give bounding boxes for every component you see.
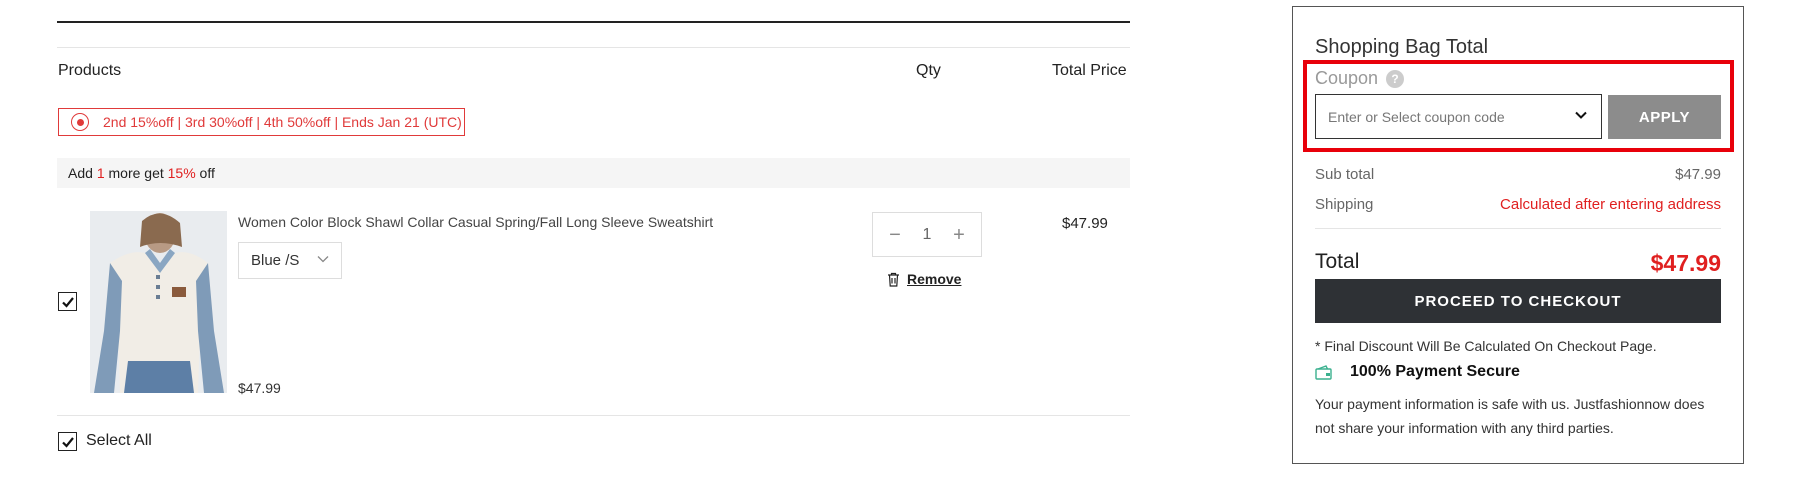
payment-info-text: Your payment information is safe with us… <box>1315 396 1705 436</box>
total-label: Total <box>1315 250 1360 273</box>
coupon-label-text: Coupon <box>1315 68 1379 88</box>
add-more-suffix: off <box>195 165 215 181</box>
coupon-label: Coupon ? <box>1315 68 1405 89</box>
add-more-count: 1 <box>96 165 105 181</box>
item-checkbox[interactable] <box>58 292 77 311</box>
secure-label: 100% Payment Secure <box>1350 363 1520 380</box>
promo-banner[interactable]: 2nd 15%off | 3rd 30%off | 4th 50%off | E… <box>58 108 465 136</box>
shipping-label: Shipping <box>1315 196 1374 213</box>
product-title[interactable]: Women Color Block Shawl Collar Casual Sp… <box>238 214 713 230</box>
subtotal-value: $47.99 <box>1675 166 1721 183</box>
order-summary-panel: Shopping Bag Total Coupon ? Enter or Sel… <box>1292 6 1744 464</box>
shipping-value: Calculated after entering address <box>1500 196 1721 213</box>
checkmark-icon <box>61 436 74 448</box>
chevron-down-icon <box>1575 111 1587 119</box>
coupon-placeholder: Enter or Select coupon code <box>1328 108 1505 125</box>
decrement-button[interactable]: − <box>887 225 903 245</box>
subtotal-label: Sub total <box>1315 166 1375 183</box>
promo-text: 2nd 15%off | 3rd 30%off | 4th 50%off | E… <box>103 114 462 130</box>
quantity-stepper: − 1 + <box>872 212 982 257</box>
header-divider <box>57 47 1130 48</box>
total-value: $47.99 <box>1650 250 1721 276</box>
coupon-code-select[interactable]: Enter or Select coupon code <box>1315 94 1602 139</box>
select-all-label[interactable]: Select All <box>86 432 152 450</box>
remove-label: Remove <box>907 271 962 287</box>
payment-secure-badge: 100% Payment Secure <box>1315 363 1520 381</box>
checkmark-icon <box>61 296 74 308</box>
products-header: Products <box>58 62 122 79</box>
apply-coupon-button[interactable]: APPLY <box>1608 95 1721 139</box>
trash-icon <box>888 272 899 287</box>
cart-top-rule <box>57 21 1130 23</box>
add-more-prefix: Add <box>68 165 97 181</box>
remove-button[interactable]: Remove <box>887 271 961 287</box>
chevron-down-icon <box>317 256 329 263</box>
select-all-divider <box>57 415 1130 416</box>
total-price-header: Total Price <box>1052 62 1127 79</box>
product-price: $47.99 <box>238 380 281 396</box>
product-image[interactable] <box>90 211 227 393</box>
add-more-middle: more get <box>104 165 168 181</box>
help-icon[interactable]: ? <box>1386 69 1405 88</box>
add-more-banner: Add 1 more get 15% off <box>57 158 1130 188</box>
item-line-total: $47.99 <box>1062 215 1108 232</box>
quantity-value[interactable]: 1 <box>923 226 932 244</box>
select-all-checkbox[interactable] <box>58 432 77 451</box>
wallet-icon <box>1315 364 1332 380</box>
summary-divider <box>1315 228 1721 229</box>
variant-select[interactable]: Blue /S <box>238 242 342 279</box>
summary-title: Shopping Bag Total <box>1315 36 1489 58</box>
qty-header: Qty <box>916 62 941 79</box>
increment-button[interactable]: + <box>951 225 967 245</box>
proceed-to-checkout-button[interactable]: PROCEED TO CHECKOUT <box>1315 279 1721 323</box>
variant-value: Blue /S <box>251 252 300 269</box>
add-more-discount: 15% <box>167 165 196 181</box>
discount-tag-icon <box>71 113 89 131</box>
discount-note: * Final Discount Will Be Calculated On C… <box>1315 338 1657 354</box>
